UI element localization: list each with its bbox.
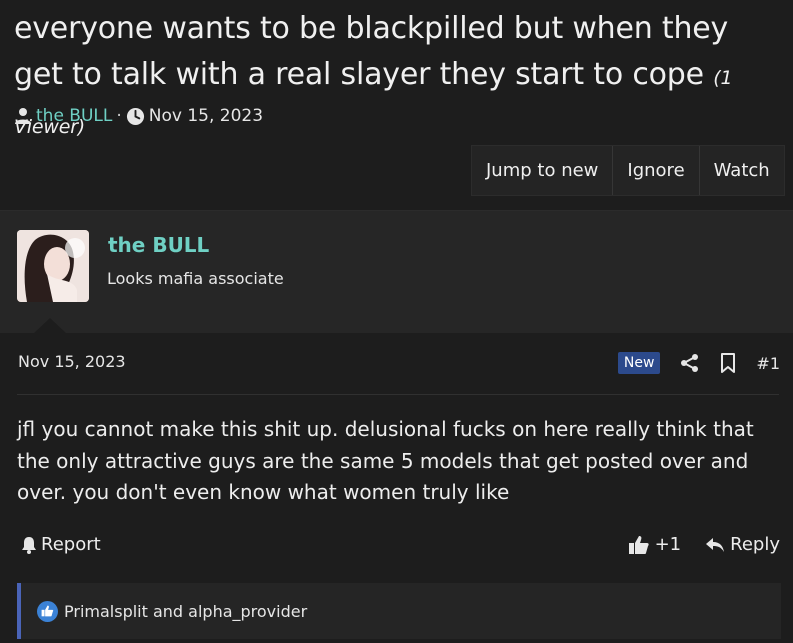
- jump-to-new-button[interactable]: Jump to new: [472, 146, 612, 195]
- bell-icon: [20, 536, 38, 554]
- thread-date[interactable]: Nov 15, 2023: [149, 106, 263, 126]
- thumbs-up-icon: [628, 535, 650, 555]
- thread-toolbar: Jump to new Ignore Watch: [471, 145, 785, 196]
- post-actions: New #1: [617, 349, 780, 377]
- like-button[interactable]: +1: [628, 534, 682, 555]
- like-reaction-icon: [37, 600, 58, 622]
- new-badge: New: [617, 352, 661, 374]
- user-icon: [14, 107, 32, 125]
- post-username[interactable]: the BULL: [108, 233, 209, 257]
- reply-icon: [705, 537, 725, 553]
- reactions-bar[interactable]: Primalsplit and alpha_provider: [17, 583, 781, 639]
- report-button[interactable]: Report: [20, 534, 101, 555]
- thread-author-link[interactable]: the BULL: [36, 106, 112, 126]
- share-icon[interactable]: [680, 353, 700, 373]
- post-body: jfl you cannot make this shit up. delusi…: [17, 417, 754, 504]
- reply-button[interactable]: Reply: [705, 534, 780, 555]
- thread-meta: the BULL · Nov 15, 2023: [14, 103, 263, 129]
- report-label: Report: [41, 534, 101, 555]
- meta-separator: ·: [116, 106, 122, 126]
- ignore-button[interactable]: Ignore: [612, 146, 698, 195]
- reactions-text[interactable]: Primalsplit and alpha_provider: [64, 602, 307, 621]
- watch-button[interactable]: Watch: [698, 146, 784, 195]
- post-date[interactable]: Nov 15, 2023: [18, 352, 126, 371]
- clock-icon: [126, 107, 145, 126]
- post-divider: [17, 394, 779, 395]
- bookmark-icon[interactable]: [720, 353, 736, 373]
- like-count: +1: [654, 534, 682, 555]
- user-block-pointer: [34, 318, 66, 333]
- user-title: Looks mafia associate: [107, 269, 284, 288]
- reply-label: Reply: [730, 534, 780, 555]
- avatar[interactable]: [17, 230, 89, 302]
- post-footer-actions: +1 Reply: [628, 534, 780, 555]
- post-number-link[interactable]: #1: [756, 354, 780, 373]
- thread-title-text: everyone wants to be blackpilled but whe…: [14, 11, 729, 92]
